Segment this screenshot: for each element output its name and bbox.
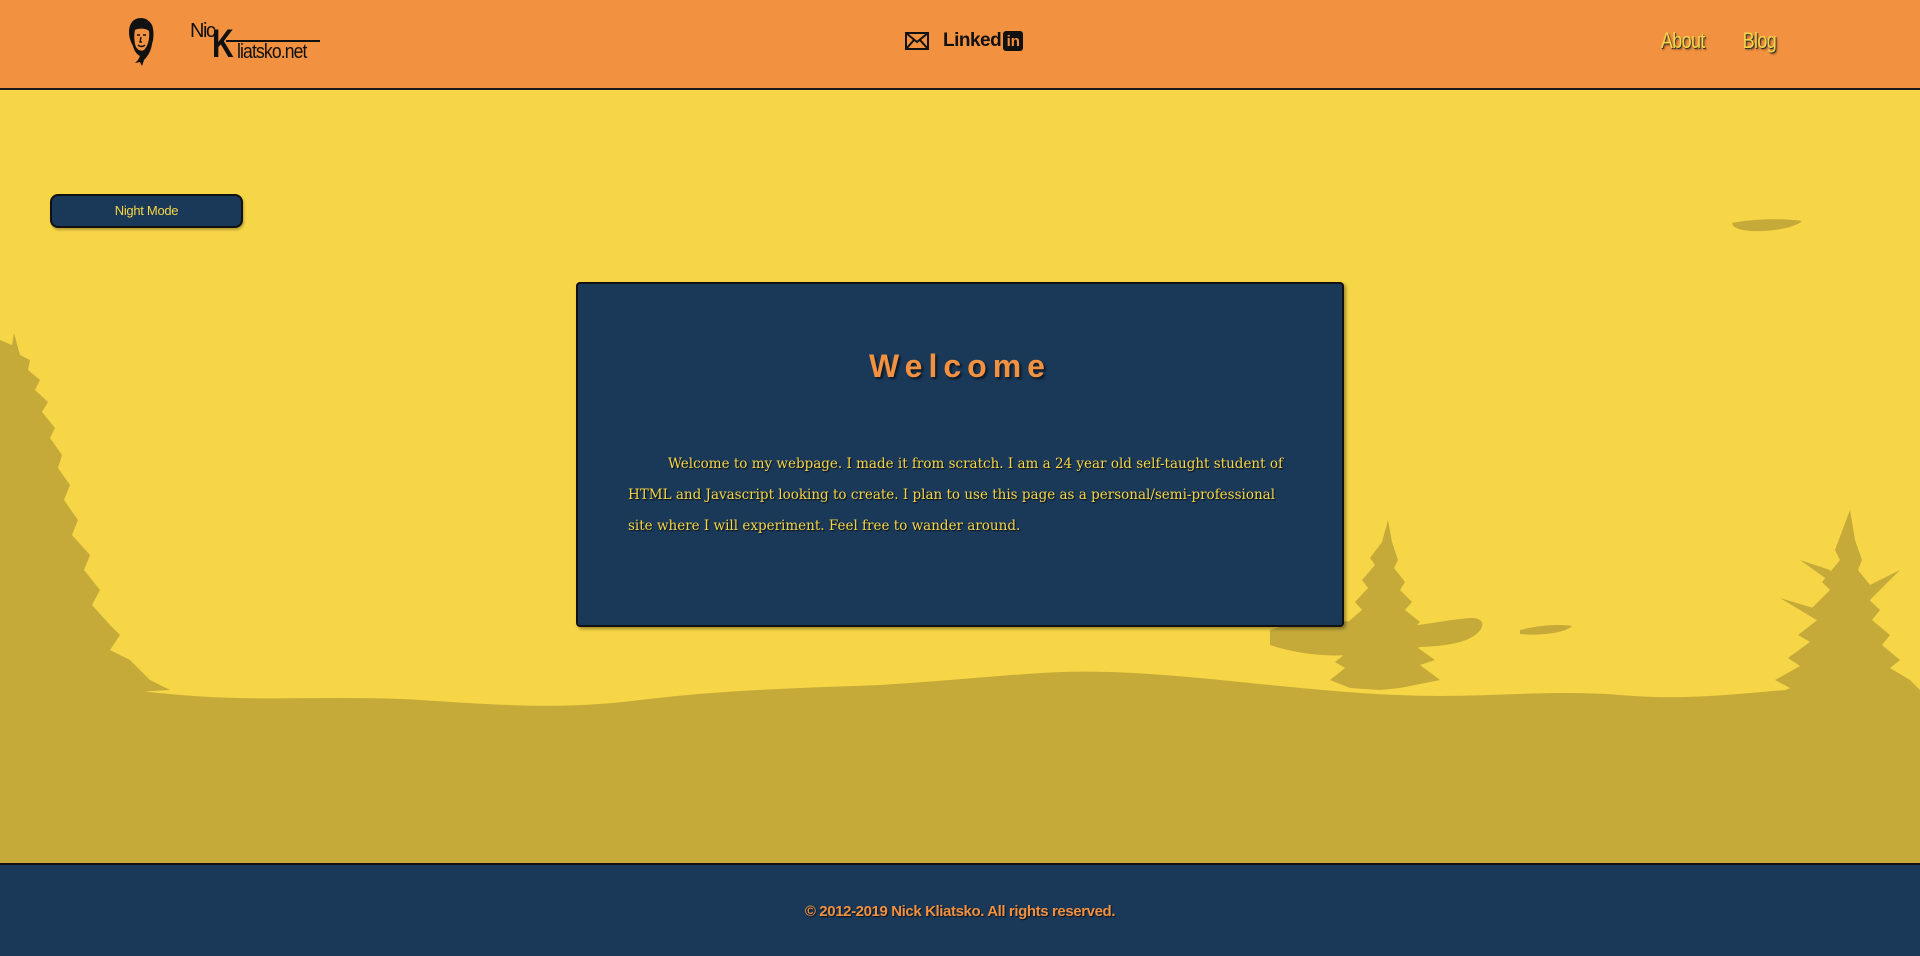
nav-about-link[interactable]: About (1660, 28, 1705, 54)
linkedin-link[interactable]: Linked in (943, 30, 1024, 52)
linkedin-icon: in (1003, 31, 1024, 51)
logo-k: K (212, 22, 234, 66)
nav-blog-link[interactable]: Blog (1743, 28, 1777, 54)
welcome-text: Welcome to my webpage. I made it from sc… (628, 456, 1283, 534)
logo-wordmark: Nic K liatsko.net (190, 20, 320, 68)
logo-rest: liatsko.net (237, 41, 307, 63)
logo-nic: Nic (190, 20, 216, 42)
copyright-text: © 2012-2019 Nick Kliatsko. All rights re… (804, 903, 1116, 920)
main-nav: About Blog (1656, 28, 1780, 54)
contact-links: Linked in (905, 28, 1024, 54)
envelope-icon[interactable] (905, 32, 929, 50)
site-header: Nic K liatsko.net Linked in About Blog (0, 0, 1920, 90)
welcome-title: Welcome (869, 348, 1051, 384)
welcome-card: Welcome Welcome to my webpage. I made it… (576, 282, 1344, 627)
linkedin-text: Linked (943, 30, 1002, 51)
site-footer: © 2012-2019 Nick Kliatsko. All rights re… (0, 863, 1920, 956)
night-mode-button[interactable]: Night Mode (50, 194, 243, 228)
site-logo[interactable]: Nic K liatsko.net (126, 16, 326, 70)
portrait-icon (129, 18, 154, 66)
